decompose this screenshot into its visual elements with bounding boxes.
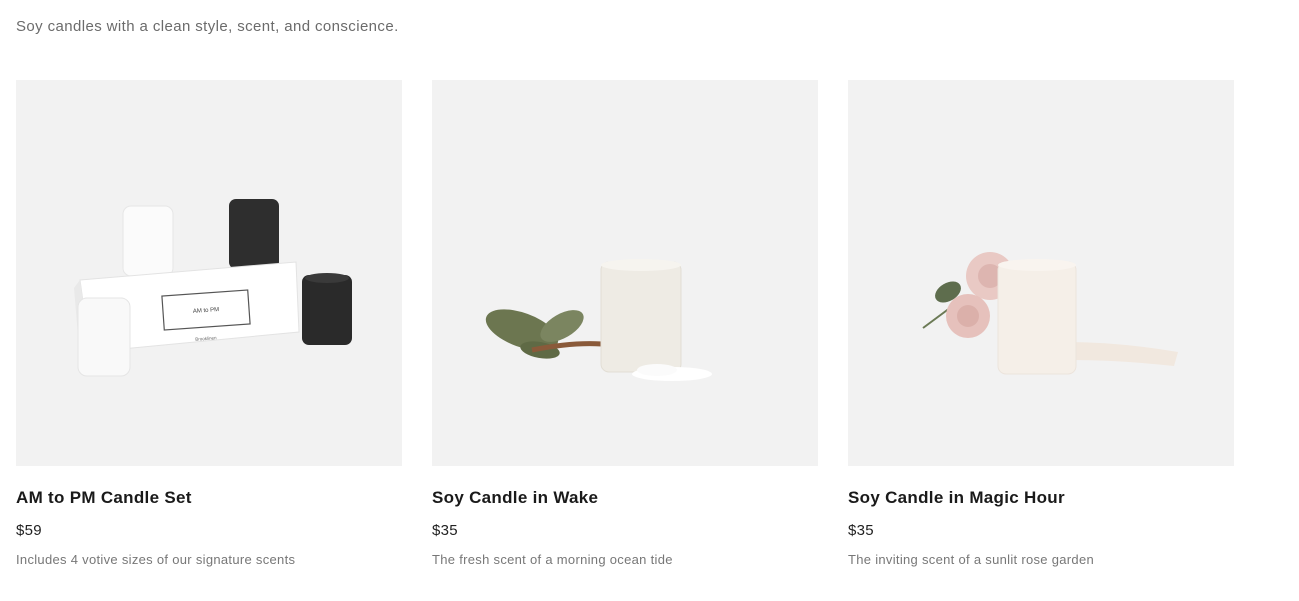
product-title[interactable]: Soy Candle in Magic Hour: [848, 488, 1234, 508]
product-title[interactable]: Soy Candle in Wake: [432, 488, 818, 508]
product-card-am-to-pm[interactable]: AM to PM Brooklinen AM to PM Candle Set …: [16, 80, 402, 567]
product-description: Includes 4 votive sizes of our signature…: [16, 552, 296, 567]
candle-set-image[interactable]: AM to PM Brooklinen: [16, 80, 402, 466]
product-card-magic-hour[interactable]: Soy Candle in Magic Hour $35 The invitin…: [848, 80, 1234, 567]
candle-wake-image[interactable]: [432, 80, 818, 466]
candle-set-illustration: AM to PM Brooklinen: [74, 199, 352, 377]
product-card-wake[interactable]: Soy Candle in Wake $35 The fresh scent o…: [432, 80, 818, 567]
candle-wake-illustration: [485, 259, 712, 381]
product-price: $59: [16, 522, 42, 539]
product-grid: AM to PM Brooklinen AM to PM Candle Set …: [16, 80, 1234, 567]
candle-magic-hour-image[interactable]: [848, 80, 1234, 466]
product-description: The inviting scent of a sunlit rose gard…: [848, 552, 1095, 567]
product-price: $35: [432, 522, 458, 539]
box-brand: Brooklinen: [195, 335, 217, 342]
candle-magic-hour-illustration: [922, 252, 1178, 375]
product-price: $35: [848, 522, 874, 539]
page-tagline: Soy candles with a clean style, scent, a…: [16, 18, 399, 35]
product-title[interactable]: AM to PM Candle Set: [16, 488, 402, 508]
product-description: The fresh scent of a morning ocean tide: [432, 552, 673, 567]
